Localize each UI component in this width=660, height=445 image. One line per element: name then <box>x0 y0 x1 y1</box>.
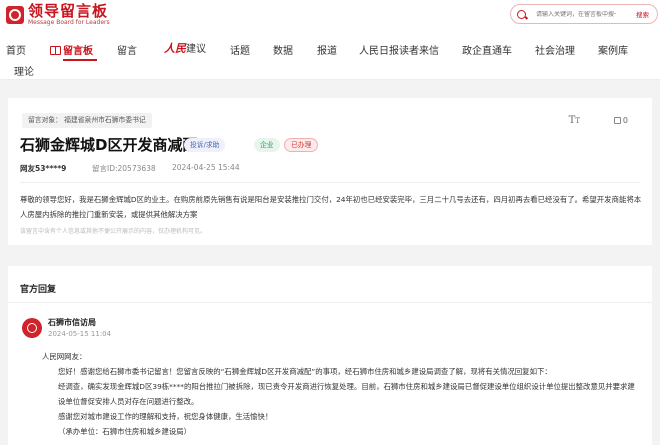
nav-theory[interactable]: 理论 <box>14 63 34 78</box>
nav-message-board[interactable]: 留言板 <box>50 42 93 57</box>
nav-home[interactable]: 首页 <box>6 42 26 57</box>
category-badge: 投诉/求助 <box>184 138 226 152</box>
nav-gov-enterprise[interactable]: 政企直通车 <box>462 42 512 57</box>
reply-body: 人民网网友： 您好！感谢您给石狮市委书记留言！您留言反映的“石狮金辉城D区开发商… <box>42 349 642 439</box>
nav-social-governance[interactable]: 社会治理 <box>535 42 575 57</box>
divider <box>20 182 640 183</box>
status-badge: 已办理 <box>284 138 319 152</box>
message-title: 石狮金辉城D区开发商减配 <box>20 136 198 154</box>
message-card: 留言对象： 福建省泉州市石狮市委书记 TT 0 石狮金辉城D区开发商减配 投诉/… <box>8 98 652 245</box>
like-button[interactable]: 0 <box>613 116 628 125</box>
reply-paragraph: 您好！感谢您给石狮市委书记留言！您留言反映的“石狮金辉城D区开发商减配”的事项，… <box>58 367 552 376</box>
logo-title: 领导留言板 <box>28 2 109 20</box>
reply-paragraph: 感谢您对城市建设工作的理解和支持，祝您身体健康，生活愉快！ <box>58 412 273 421</box>
site-logo[interactable]: 领导留言板 Message Board for Leaders <box>6 3 110 27</box>
nav-case-library[interactable]: 案例库 <box>598 42 628 57</box>
nav-active-indicator <box>63 59 97 61</box>
message-id: 留言ID:20573638 <box>92 164 156 173</box>
field-badge: 企业 <box>254 138 280 152</box>
reply-greeting: 人民网网友： <box>42 352 87 361</box>
reply-date: 2024-05-15 11:04 <box>48 330 112 338</box>
search-icon <box>517 9 526 19</box>
message-content: 尊敬的领导您好，我是石狮金辉城D区的业主。在购房前原先销售有说是阳台是安装推拉门… <box>20 195 642 219</box>
nav-messages[interactable]: 留言 <box>117 42 137 57</box>
book-icon <box>50 46 61 55</box>
reply-paragraph: 经调查，确实发现金辉城D区39栋****的阳台推拉门被拆除，现已责令开发商进行恢… <box>58 382 635 406</box>
logo-subtitle: Message Board for Leaders <box>28 19 110 26</box>
nav-people-suggestions[interactable]: 人民建议 <box>164 40 206 56</box>
org-avatar <box>22 318 42 338</box>
reply-signature: （承办单位：石狮市住房和城乡建设局） <box>58 427 192 436</box>
message-user[interactable]: 网友53****9 <box>20 164 66 173</box>
reply-header: 官方回复 <box>20 285 57 295</box>
reply-org-name: 石狮市信访局 <box>48 318 96 327</box>
nav-reports[interactable]: 报道 <box>317 42 337 57</box>
search-input[interactable] <box>536 10 616 18</box>
message-time: 2024-04-25 15:44 <box>172 163 240 172</box>
nav-data[interactable]: 数据 <box>273 42 293 57</box>
message-target: 留言对象： 福建省泉州市石狮市委书记 <box>22 113 152 128</box>
nav-topics[interactable]: 话题 <box>230 42 250 57</box>
divider <box>8 302 652 303</box>
thumbs-up-icon <box>613 117 621 124</box>
top-bar: 领导留言板 Message Board for Leaders 搜索 <box>0 0 660 34</box>
people-brand-logo: 人民 <box>164 42 186 55</box>
search-box: 搜索 <box>510 4 658 24</box>
message-meta: 网友53****9 留言ID:20573638 2024-04-25 15:44 <box>20 163 240 174</box>
nav-readers-letters[interactable]: 人民日报读者来信 <box>359 42 439 57</box>
search-button[interactable]: 搜索 <box>636 9 649 19</box>
official-reply-card: 官方回复 石狮市信访局 2024-05-15 11:04 人民网网友： 您好！感… <box>8 266 652 445</box>
font-size-icon[interactable]: TT <box>569 115 580 126</box>
main-nav: 首页 留言板 留言 人民建议 话题 数据 报道 人民日报读者来信 政企直通车 社… <box>0 34 660 80</box>
privacy-notice: 该留言中含有个人信息或其他不便公开展示的内容，仅办理机构可见。 <box>20 228 207 235</box>
logo-mark-icon <box>6 6 24 24</box>
